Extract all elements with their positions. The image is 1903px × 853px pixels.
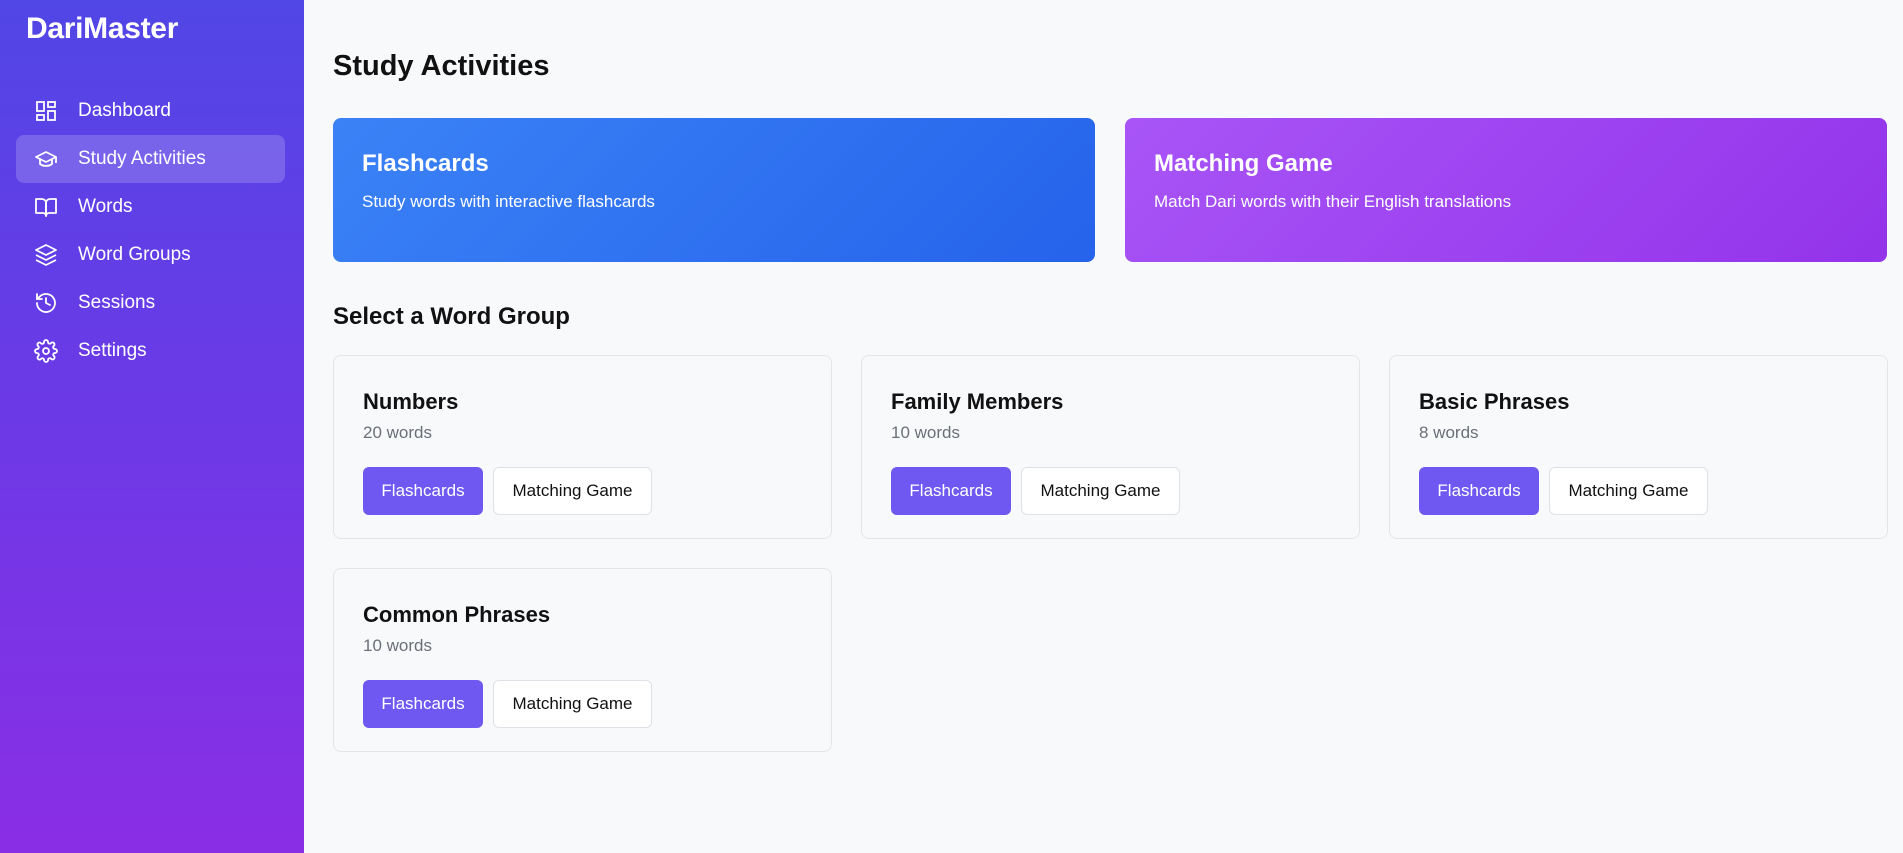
activity-card-matching-game[interactable]: Matching Game Match Dari words with thei…	[1125, 118, 1887, 262]
group-title: Numbers	[363, 389, 459, 414]
matching-game-button[interactable]: Matching Game	[493, 467, 652, 515]
sidebar-item-label: Words	[78, 196, 133, 217]
book-icon	[34, 195, 58, 219]
main-content: Study Activities Flashcards Study words …	[304, 0, 1903, 853]
group-word-count: 8 words	[1419, 423, 1479, 442]
group-word-count: 10 words	[363, 636, 432, 655]
flashcards-button[interactable]: Flashcards	[1419, 467, 1539, 515]
sidebar-item-label: Study Activities	[78, 148, 206, 169]
group-title: Family Members	[891, 389, 1064, 414]
group-actions: Flashcards Matching Game	[363, 680, 802, 728]
sidebar-item-word-groups[interactable]: Word Groups	[16, 231, 285, 279]
flashcards-button[interactable]: Flashcards	[891, 467, 1011, 515]
activity-card-flashcards[interactable]: Flashcards Study words with interactive …	[333, 118, 1095, 262]
sidebar-item-label: Sessions	[78, 292, 156, 313]
word-group-card-family-members: Family Members 10 words Flashcards Match…	[861, 355, 1360, 539]
word-group-card-numbers: Numbers 20 words Flashcards Matching Gam…	[333, 355, 832, 539]
sidebar-item-label: Settings	[78, 340, 147, 361]
sidebar-item-sessions[interactable]: Sessions	[16, 279, 285, 327]
sidebar-item-words[interactable]: Words	[16, 183, 285, 231]
app-logo[interactable]: DariMaster	[26, 12, 178, 46]
sidebar-item-label: Dashboard	[78, 100, 171, 121]
group-actions: Flashcards Matching Game	[363, 467, 802, 515]
sidebar: DariMaster Dashboard Study Activities Wo…	[0, 0, 304, 853]
page-title: Study Activities	[333, 50, 550, 82]
group-actions: Flashcards Matching Game	[891, 467, 1330, 515]
flashcards-button[interactable]: Flashcards	[363, 680, 483, 728]
group-actions: Flashcards Matching Game	[1419, 467, 1858, 515]
activity-description: Match Dari words with their English tran…	[1154, 192, 1512, 211]
flashcards-button[interactable]: Flashcards	[363, 467, 483, 515]
activity-description: Study words with interactive flashcards	[362, 192, 655, 211]
section-title: Select a Word Group	[333, 303, 570, 330]
activity-title: Matching Game	[1154, 150, 1333, 177]
group-title: Common Phrases	[363, 602, 551, 627]
layers-icon	[34, 243, 58, 267]
group-title: Basic Phrases	[1419, 389, 1570, 414]
matching-game-button[interactable]: Matching Game	[1549, 467, 1708, 515]
history-icon	[34, 291, 58, 315]
gear-icon	[34, 339, 58, 363]
matching-game-button[interactable]: Matching Game	[1021, 467, 1180, 515]
sidebar-item-dashboard[interactable]: Dashboard	[16, 87, 285, 135]
graduation-cap-icon	[34, 147, 58, 171]
sidebar-item-settings[interactable]: Settings	[16, 327, 285, 375]
sidebar-item-study-activities[interactable]: Study Activities	[16, 135, 285, 183]
activity-title: Flashcards	[362, 150, 489, 177]
group-word-count: 10 words	[891, 423, 960, 442]
sidebar-nav: Dashboard Study Activities Words Word Gr…	[16, 87, 285, 375]
matching-game-button[interactable]: Matching Game	[493, 680, 652, 728]
sidebar-item-label: Word Groups	[78, 244, 191, 265]
word-group-card-basic-phrases: Basic Phrases 8 words Flashcards Matchin…	[1389, 355, 1888, 539]
dashboard-icon	[34, 99, 58, 123]
group-word-count: 20 words	[363, 423, 432, 442]
word-group-card-common-phrases: Common Phrases 10 words Flashcards Match…	[333, 568, 832, 752]
